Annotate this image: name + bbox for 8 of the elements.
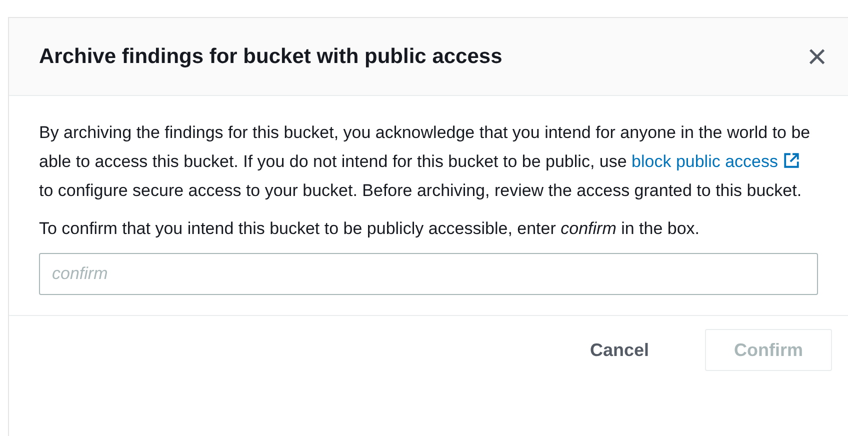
dialog-title: Archive findings for bucket with public access [39, 44, 502, 70]
confirm-input-field[interactable]: confirm [39, 253, 818, 295]
cancel-button[interactable]: Cancel [562, 329, 677, 371]
block-public-access-link[interactable]: block public access [632, 152, 800, 171]
body-paragraph: By archiving the findings for this bucket, you acknowledge that you intend for anyone in the world to be able to access this bucket. If you do not intend for this bucket to be public, use block public access to configure secure access to your bucket. Before archiving, review the access granted to this bucket. [39, 122, 812, 202]
close-button[interactable]: × [802, 42, 832, 72]
instruction-text: To confirm that you intend this bucket to be publicly accessible, enter confirm in the box. [39, 218, 701, 240]
external-link-icon [782, 152, 800, 169]
